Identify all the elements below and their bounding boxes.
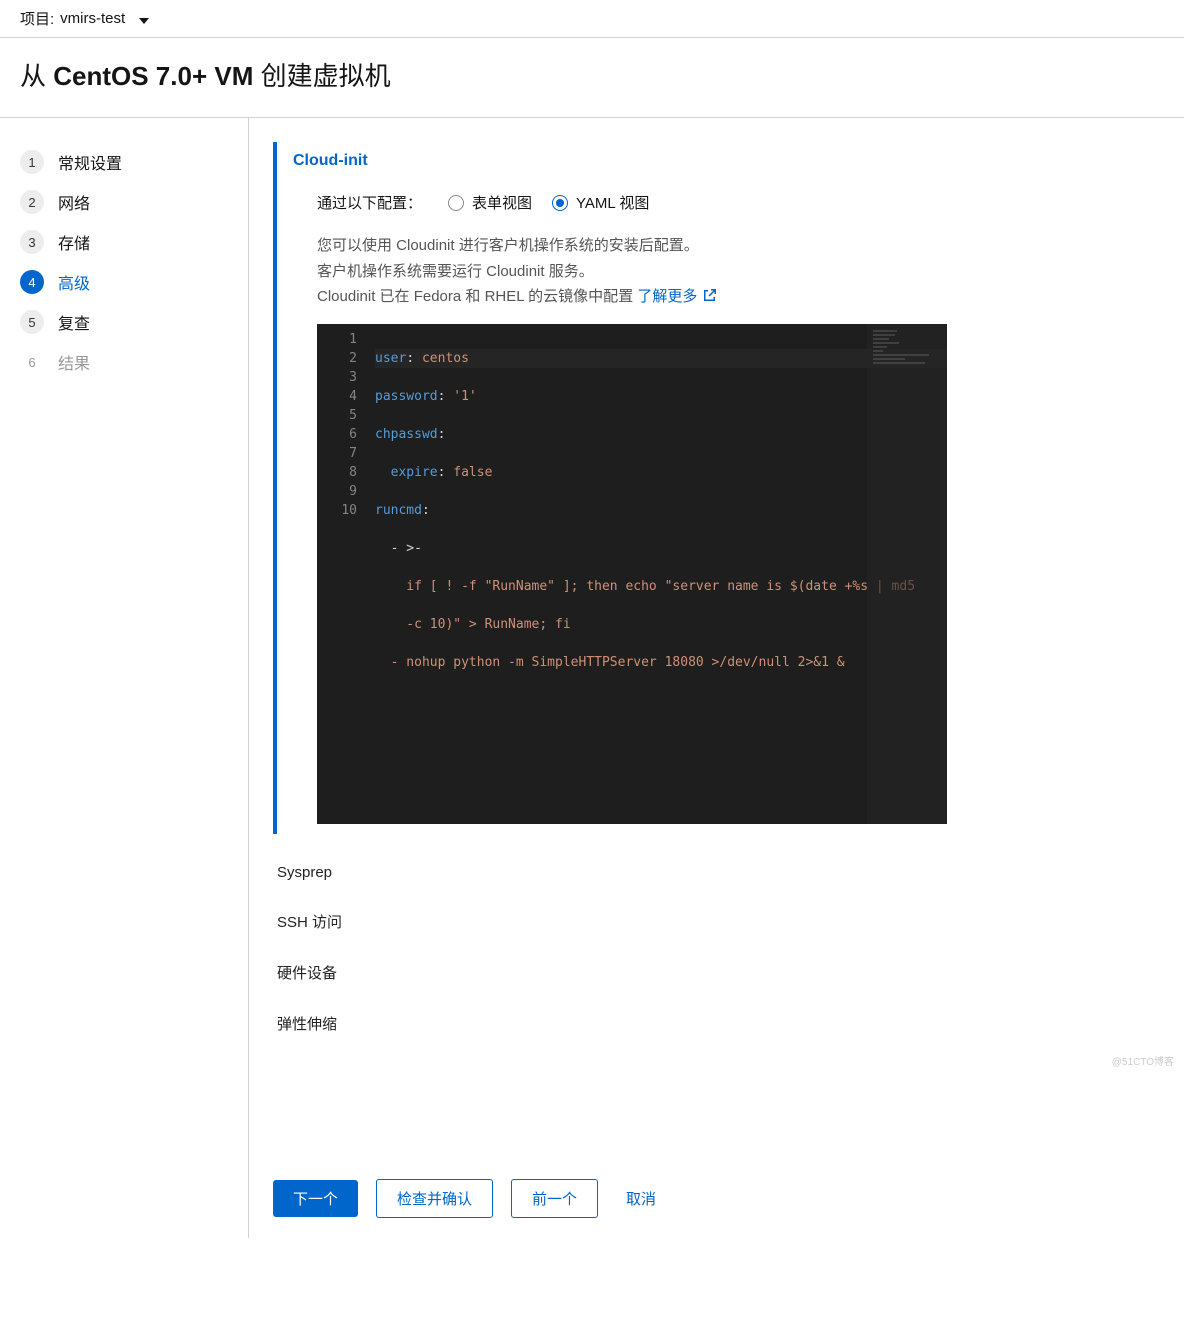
project-selector[interactable]: 项目: vmirs-test: [0, 0, 1184, 38]
step-storage[interactable]: 3 存储: [20, 222, 248, 262]
project-label: 项目:: [20, 8, 54, 29]
section-hardware[interactable]: 硬件设备: [273, 952, 1184, 993]
learn-more-link[interactable]: 了解更多: [637, 288, 715, 305]
step-advanced[interactable]: 4 高级: [20, 262, 248, 302]
caret-down-icon: [139, 11, 149, 27]
yaml-editor[interactable]: 1 2 3 4 5 6 7 8 9 10 user: centos passwo…: [317, 324, 947, 824]
section-scaling[interactable]: 弹性伸缩: [273, 1003, 1184, 1044]
wizard-steps: 1 常规设置 2 网络 3 存储 4 高级 5 复查 6 结果: [0, 118, 248, 1238]
config-via-row: 通过以下配置： 表单视图 YAML 视图: [317, 192, 1184, 213]
editor-minimap[interactable]: [867, 324, 947, 824]
step-result: 6 结果: [20, 342, 248, 382]
cancel-button[interactable]: 取消: [616, 1180, 666, 1217]
radio-icon: [448, 195, 464, 211]
project-name: vmirs-test: [60, 10, 125, 27]
wizard-footer: 下一个 检查并确认 前一个 取消: [273, 1179, 666, 1218]
step-review[interactable]: 5 复查: [20, 302, 248, 342]
next-button[interactable]: 下一个: [273, 1180, 358, 1217]
step-network[interactable]: 2 网络: [20, 182, 248, 222]
cloud-init-description: 您可以使用 Cloudinit 进行客户机操作系统的安装后配置。 客户机操作系统…: [317, 233, 1184, 310]
radio-form-view[interactable]: 表单视图: [448, 192, 532, 213]
radio-yaml-view[interactable]: YAML 视图: [552, 192, 649, 213]
external-link-icon: [704, 284, 716, 310]
editor-code[interactable]: user: centos password: '1' chpasswd: exp…: [367, 324, 947, 824]
step-general[interactable]: 1 常规设置: [20, 142, 248, 182]
cloud-init-section: Cloud-init 通过以下配置： 表单视图 YAML 视图 您可以使用 Cl…: [273, 142, 1184, 834]
watermark: @51CTO博客: [1112, 1053, 1174, 1068]
config-via-label: 通过以下配置：: [317, 192, 422, 213]
page-title: 从 CentOS 7.0+ VM 创建虚拟机: [0, 38, 1184, 118]
content-panel: Cloud-init 通过以下配置： 表单视图 YAML 视图 您可以使用 Cl…: [248, 118, 1184, 1238]
section-ssh[interactable]: SSH 访问: [273, 901, 1184, 942]
radio-icon: [552, 195, 568, 211]
prev-button[interactable]: 前一个: [511, 1179, 598, 1218]
cloud-init-title: Cloud-init: [293, 152, 1184, 170]
review-confirm-button[interactable]: 检查并确认: [376, 1179, 493, 1218]
editor-gutter: 1 2 3 4 5 6 7 8 9 10: [317, 324, 367, 824]
section-sysprep[interactable]: Sysprep: [273, 854, 1184, 891]
